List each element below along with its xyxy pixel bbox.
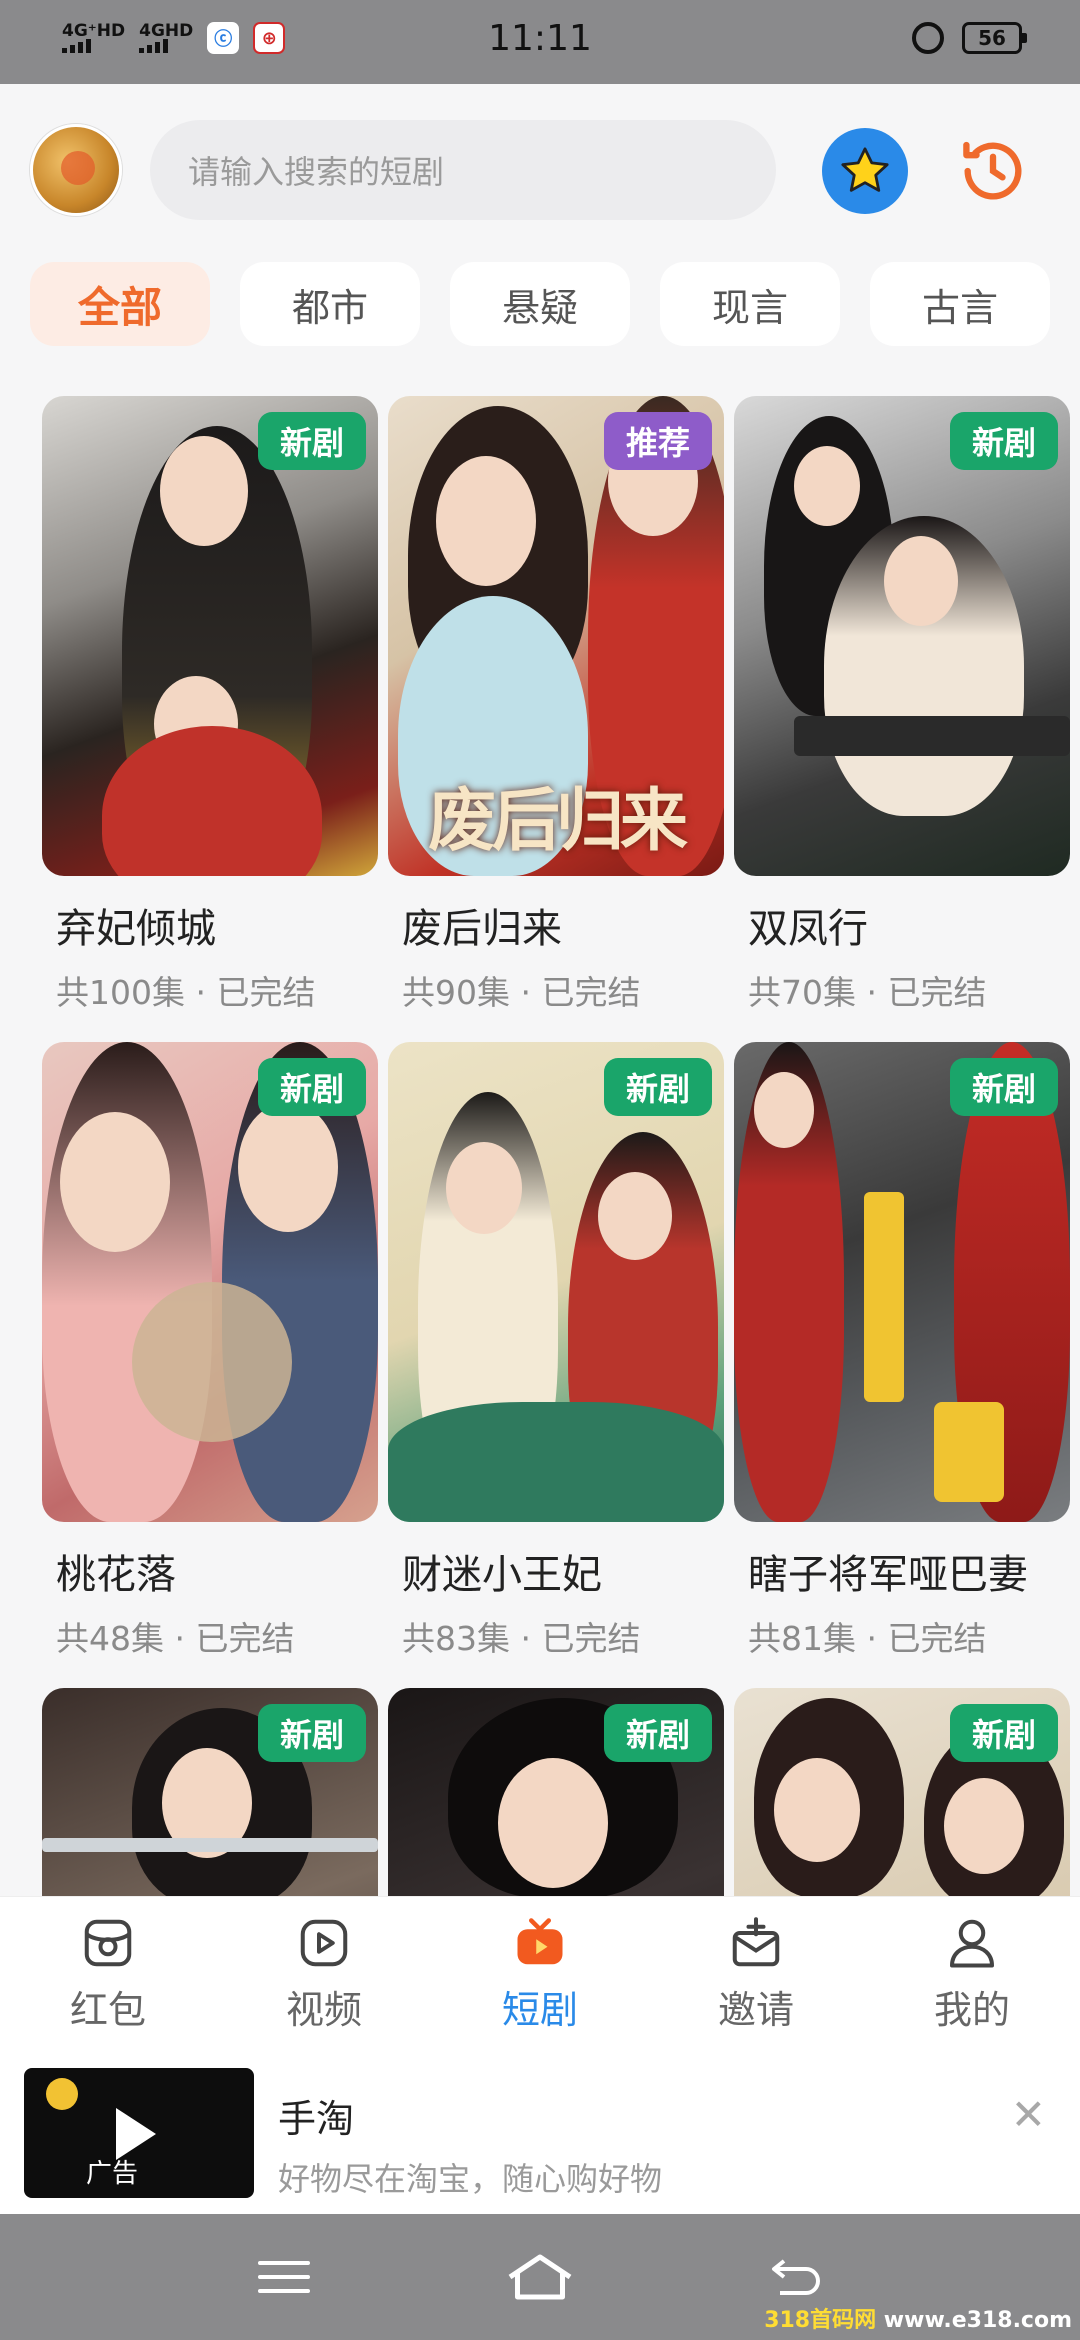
star-icon (841, 147, 889, 192)
watermark-url: www.e318.com (883, 2308, 1072, 2333)
close-icon[interactable]: ✕ (1011, 2090, 1046, 2139)
favorites-button[interactable] (822, 128, 908, 214)
poster-title: 废后归来 (427, 781, 688, 861)
menu-icon[interactable] (256, 2257, 312, 2297)
search-input[interactable]: 请输入搜索的短剧 (150, 120, 776, 220)
new-badge: 新剧 (603, 1704, 712, 1762)
new-badge: 新剧 (949, 412, 1058, 470)
ad-subtitle: 好物尽在淘宝，随心购好物 (278, 2160, 663, 2198)
red-packet-icon (84, 1919, 132, 1967)
nav-short-drama[interactable]: 短剧 (432, 1897, 648, 2054)
back-icon[interactable] (768, 2255, 824, 2299)
ad-title: 手淘 (278, 2097, 355, 2141)
drama-meta: 共81集 · 已完结 (748, 1619, 987, 1658)
recommend-badge: 推荐 (603, 412, 712, 470)
tab-all[interactable]: 全部 (30, 262, 210, 346)
nav-label: 我的 (933, 1988, 1010, 2032)
drama-title: 瞎子将军哑巴妻 (748, 1552, 1028, 1598)
history-clock-icon (963, 141, 1022, 200)
invite-icon (732, 1917, 780, 1967)
new-badge: 新剧 (949, 1058, 1058, 1116)
new-badge: 新剧 (257, 1058, 366, 1116)
bottom-nav: 红包 视频 短剧 邀请 我的 (0, 1896, 1080, 2054)
new-badge: 新剧 (949, 1704, 1058, 1762)
drama-card[interactable]: 废后归来 推荐 废后归来 共90集 · 已完结 (388, 396, 724, 1014)
ad-banner[interactable]: 广告 手淘 好物尽在淘宝，随心购好物 ✕ (0, 2054, 1080, 2214)
drama-card[interactable]: 新剧 桃花落 共48集 · 已完结 (42, 1042, 378, 1660)
home-icon[interactable] (505, 2252, 575, 2302)
drama-card[interactable]: 新剧 弃妃倾城 共100集 · 已完结 (42, 396, 378, 1014)
category-tabs: 全部 都市 悬疑 现言 古言 (30, 262, 1050, 346)
nav-label: 短剧 (501, 1988, 578, 2032)
nav-profile[interactable]: 我的 (864, 1897, 1080, 2054)
nav-label: 视频 (285, 1988, 362, 2032)
drama-title: 废后归来 (402, 906, 562, 952)
new-badge: 新剧 (257, 412, 366, 470)
drama-title: 弃妃倾城 (56, 906, 216, 952)
nav-red-packet[interactable]: 红包 (0, 1897, 216, 2054)
drama-poster[interactable]: 废后归来 推荐 (388, 396, 724, 876)
tab-ancient-romance[interactable]: 古言 (870, 262, 1050, 346)
battery-icon: 56 (962, 22, 1027, 54)
drama-poster[interactable]: 新剧 (734, 1042, 1070, 1522)
avatar[interactable] (30, 124, 122, 216)
nav-label: 红包 (69, 1988, 146, 2032)
status-bar: 4G⁺HD 4GHD ⓒ ⊕ 11:11 56 (0, 0, 1080, 84)
drama-poster[interactable]: 新剧 (734, 396, 1070, 876)
drama-title: 财迷小王妃 (402, 1552, 602, 1598)
drama-poster[interactable]: 新剧 (42, 1042, 378, 1522)
drama-meta: 共90集 · 已完结 (402, 973, 641, 1012)
nav-video[interactable]: 视频 (216, 1897, 432, 2054)
drama-title: 双凤行 (748, 906, 868, 952)
ad-tag: 广告 (86, 2159, 139, 2189)
nav-label: 邀请 (717, 1988, 794, 2032)
new-badge: 新剧 (257, 1704, 366, 1762)
drama-card[interactable]: 新剧 财迷小王妃 共83集 · 已完结 (388, 1042, 724, 1660)
drama-poster[interactable]: 新剧 (42, 396, 378, 876)
tab-modern-romance[interactable]: 现言 (660, 262, 840, 346)
search-placeholder: 请输入搜索的短剧 (188, 153, 445, 191)
tv-icon (517, 1918, 563, 1965)
drama-poster[interactable]: 新剧 (388, 1042, 724, 1522)
header: 请输入搜索的短剧 (0, 84, 1080, 254)
drama-title: 桃花落 (56, 1552, 176, 1598)
drama-meta: 共100集 · 已完结 (56, 973, 316, 1012)
watermark: 318首码网 www.e318.com (764, 2302, 1072, 2334)
history-button[interactable] (950, 128, 1036, 214)
drama-card[interactable]: 新剧 双凤行 共70集 · 已完结 (734, 396, 1070, 1014)
drama-meta: 共48集 · 已完结 (56, 1619, 295, 1658)
emoji-icon (46, 2078, 78, 2110)
profile-icon (950, 1919, 994, 1968)
tab-suspense[interactable]: 悬疑 (450, 262, 630, 346)
tab-urban[interactable]: 都市 (240, 262, 420, 346)
drama-card[interactable]: 新剧 瞎子将军哑巴妻 共81集 · 已完结 (734, 1042, 1070, 1660)
drama-meta: 共83集 · 已完结 (402, 1619, 641, 1658)
video-icon (300, 1919, 348, 1967)
alarm-icon (912, 22, 944, 54)
drama-meta: 共70集 · 已完结 (748, 973, 987, 1012)
status-right: 56 (912, 22, 1027, 54)
new-badge: 新剧 (603, 1058, 712, 1116)
watermark-site: 318首码网 (764, 2308, 877, 2333)
nav-invite[interactable]: 邀请 (648, 1897, 864, 2054)
system-nav-bar: 318首码网 www.e318.com (0, 2214, 1080, 2340)
ad-thumbnail[interactable]: 广告 (24, 2068, 254, 2198)
